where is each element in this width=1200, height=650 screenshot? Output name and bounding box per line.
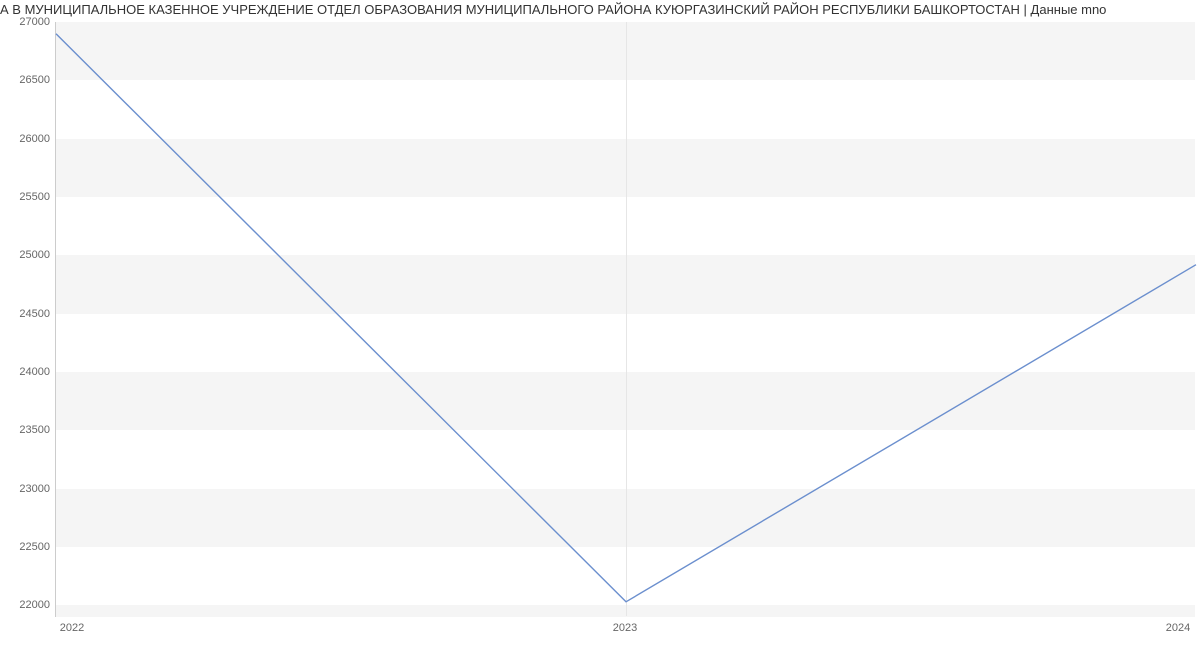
y-tick-label: 23500 — [19, 424, 50, 436]
y-tick-label: 25500 — [19, 191, 50, 203]
x-tick-label: 2022 — [60, 622, 84, 634]
plot-area — [55, 22, 1195, 617]
data-line — [56, 22, 1196, 617]
chart-title: А В МУНИЦИПАЛЬНОЕ КАЗЕННОЕ УЧРЕЖДЕНИЕ ОТ… — [0, 2, 1200, 17]
y-tick-label: 22000 — [19, 599, 50, 611]
y-tick-label: 24500 — [19, 308, 50, 320]
chart-container: А В МУНИЦИПАЛЬНОЕ КАЗЕННОЕ УЧРЕЖДЕНИЕ ОТ… — [0, 0, 1200, 650]
y-tick-label: 23000 — [19, 483, 50, 495]
y-tick-label: 25000 — [19, 249, 50, 261]
x-tick-label: 2023 — [613, 622, 637, 634]
y-tick-label: 27000 — [19, 16, 50, 28]
y-tick-label: 22500 — [19, 541, 50, 553]
y-tick-label: 26000 — [19, 133, 50, 145]
y-tick-label: 26500 — [19, 74, 50, 86]
x-tick-label: 2024 — [1166, 622, 1190, 634]
y-tick-label: 24000 — [19, 366, 50, 378]
